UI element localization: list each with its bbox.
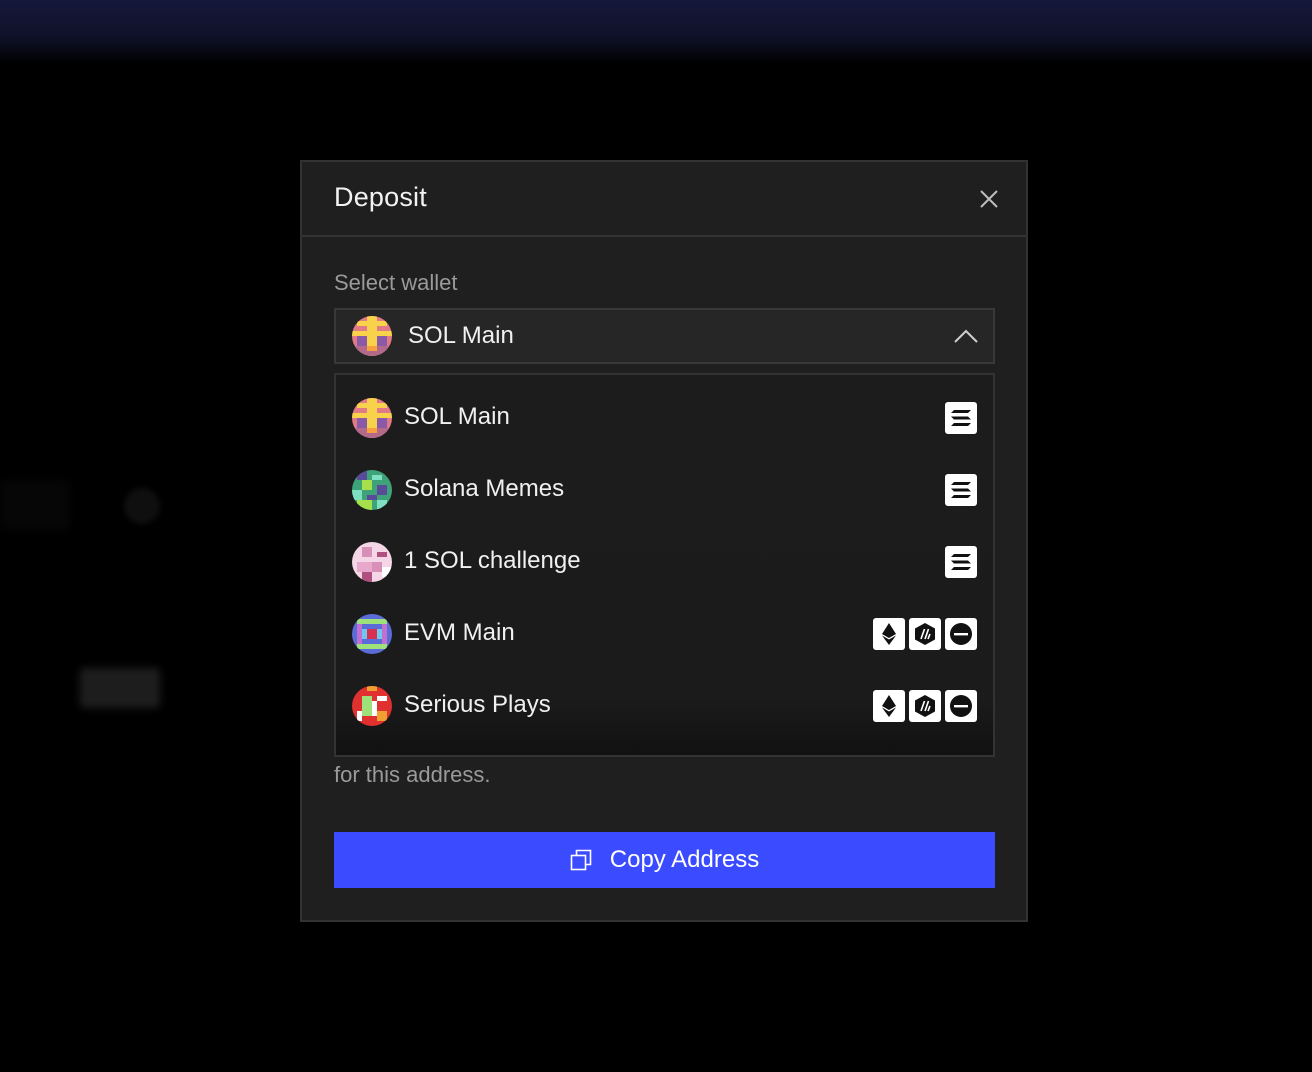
close-icon [980, 190, 998, 208]
arbitrum-icon [909, 690, 941, 722]
selected-wallet-name: SOL Main [408, 322, 514, 349]
chain-badges [945, 546, 977, 578]
wallet-avatar-icon [352, 542, 392, 582]
wallet-option[interactable]: Serious Plays [336, 671, 993, 743]
chevron-up-icon [954, 329, 978, 343]
solana-icon [945, 474, 977, 506]
base-icon [945, 690, 977, 722]
address-note: for this address. [334, 762, 491, 787]
wallet-select[interactable]: SOL Main [334, 308, 995, 364]
modal-header: Deposit [302, 162, 1026, 237]
background-block [0, 480, 70, 530]
base-icon [945, 618, 977, 650]
chain-badges [873, 690, 977, 722]
modal-title: Deposit [334, 182, 427, 212]
wallet-avatar-icon [352, 470, 392, 510]
solana-icon [945, 402, 977, 434]
chain-badges [873, 618, 977, 650]
wallet-dropdown: SOL Main Solana Memes 1 SOL challenge EV… [334, 373, 995, 757]
background-pill [80, 668, 160, 708]
copy-address-button[interactable]: Copy Address [334, 832, 995, 888]
wallet-option[interactable]: EVM Main [336, 599, 993, 671]
wallet-option[interactable]: SOL Main [336, 383, 993, 455]
wallet-option[interactable]: 1 SOL challenge [336, 527, 993, 599]
chain-badges [945, 402, 977, 434]
wallet-avatar-icon [352, 686, 392, 726]
wallet-avatar-icon [352, 614, 392, 654]
deposit-modal: Deposit Select wallet SOL Main SOL Main … [300, 160, 1028, 922]
chain-badges [945, 474, 977, 506]
top-bar [0, 0, 1312, 64]
wallet-option-name: 1 SOL challenge [404, 547, 581, 574]
wallet-option-name: EVM Main [404, 619, 515, 646]
select-wallet-label: Select wallet [334, 270, 458, 295]
ethereum-icon [873, 690, 905, 722]
wallet-avatar-icon [352, 316, 392, 356]
wallet-option[interactable]: Solana Memes [336, 455, 993, 527]
wallet-option-name: SOL Main [404, 403, 510, 430]
wallet-option-name: Serious Plays [404, 691, 551, 718]
close-button[interactable] [978, 188, 1000, 210]
solana-icon [945, 546, 977, 578]
wallet-avatar-icon [352, 398, 392, 438]
copy-icon [570, 849, 592, 871]
copy-address-label: Copy Address [609, 846, 760, 873]
ethereum-icon [873, 618, 905, 650]
wallet-option-name: Solana Memes [404, 475, 565, 502]
background-avatar [124, 488, 160, 524]
arbitrum-icon [909, 618, 941, 650]
